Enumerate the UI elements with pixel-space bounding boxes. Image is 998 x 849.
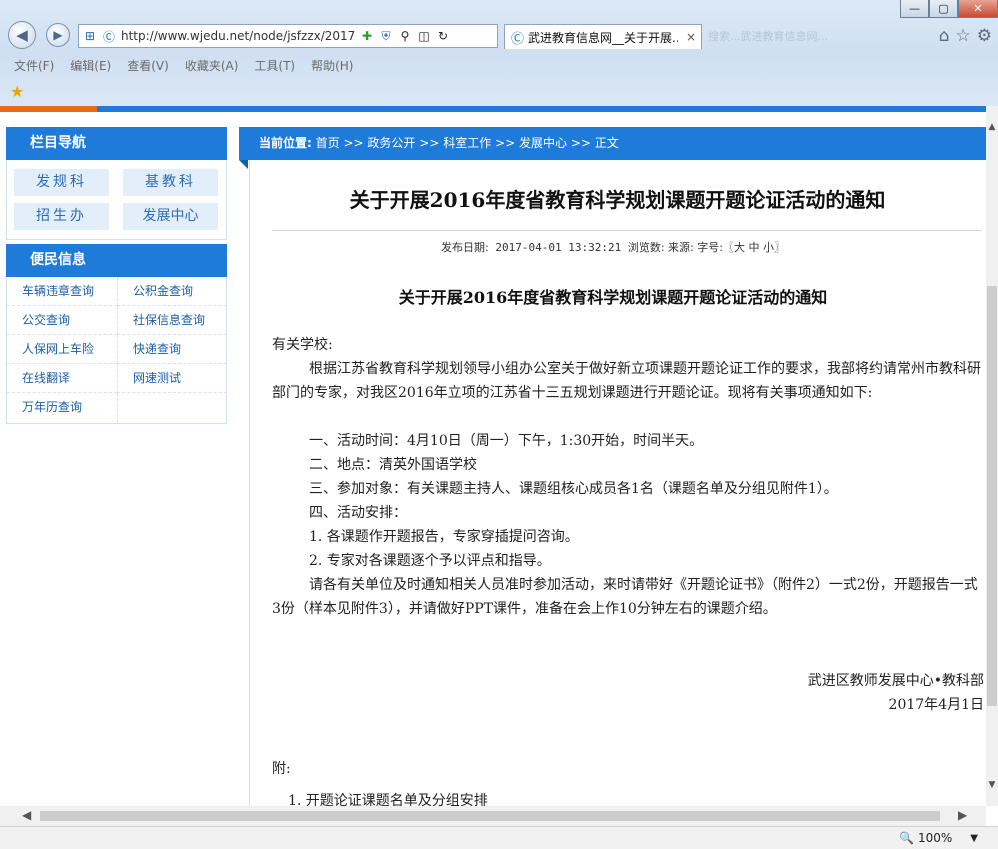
scroll-up-icon[interactable]: ▲ — [986, 120, 998, 134]
breadcrumb-sep: >> — [570, 136, 591, 150]
add-site-icon[interactable]: ⊞ — [82, 28, 98, 44]
new-tab-ghost[interactable]: 搜索...武进教育信息网... — [708, 28, 918, 46]
scroll-left-icon[interactable]: ◀ — [22, 808, 31, 822]
paragraph-1: 根据江苏省教育科学规划领导小组办公室关于做好新立项课题开题论证工作的要求，我部将… — [272, 361, 981, 401]
close-button[interactable]: ✕ — [958, 0, 998, 18]
scroll-right-icon[interactable]: ▶ — [958, 808, 967, 822]
back-icon[interactable]: ◀ — [8, 21, 36, 49]
item-3: 三、参加对象：有关课题主持人、课题组核心成员各1名（课题名单及分组见附件1）。 — [309, 481, 838, 497]
refresh-icon[interactable]: ↻ — [435, 28, 451, 44]
paragraph-2: 请各有关单位及时通知相关人员准时参加活动，来时请带好《开题论证书》（附件2）一式… — [272, 577, 978, 617]
add-favorites-icon[interactable]: ★ — [10, 82, 24, 101]
search-icon[interactable]: ⚲ — [397, 28, 413, 44]
menu-file[interactable]: 文件(F) — [14, 57, 54, 74]
menu-tools[interactable]: 工具(T) — [254, 57, 295, 74]
article-meta: 发布日期: 2017-04-01 13:32:21 浏览数: 来源: 字号:〖大… — [240, 239, 986, 255]
signature: 武进区教师发展中心•教科部 — [807, 673, 984, 689]
vertical-scrollbar[interactable]: ▲ ▼ — [986, 106, 998, 806]
breadcrumb-item[interactable]: 政务公开 — [367, 136, 415, 150]
breadcrumb-sep: >> — [343, 136, 364, 150]
service-empty-cell — [117, 393, 227, 422]
service-link[interactable]: 人保网上车险 — [7, 335, 117, 364]
tab-favicon-icon: Ⓒ — [511, 31, 525, 47]
service-link[interactable]: 车辆违章查询 — [7, 277, 117, 306]
breadcrumb: 当前位置: 首页 >> 政务公开 >> 科室工作 >> 发展中心 >> 正文 — [239, 127, 986, 169]
browser-chrome: — ▢ ✕ ◀ ▶ ⊞ Ⓒ http://www.wjedu.net/node/… — [0, 0, 998, 106]
attachment-label: 附: — [272, 761, 291, 777]
browser-tab[interactable]: Ⓒ 武进教育信息网__关于开展... × — [504, 24, 702, 49]
browser-tools: ⌂ ☆ ⚙ — [939, 26, 992, 46]
item-4: 四、活动安排： — [309, 505, 407, 521]
tab-close-icon[interactable]: × — [686, 30, 696, 44]
sub-item-2: 2. 专家对各课题逐个予以评点和指导。 — [309, 553, 551, 569]
compat-icon[interactable]: ✚ — [359, 28, 375, 44]
ie-page-icon: Ⓒ — [102, 29, 115, 44]
maximize-button[interactable]: ▢ — [929, 0, 958, 18]
home-icon[interactable]: ⌂ — [939, 26, 950, 46]
horizontal-scrollbar[interactable]: ◀ ▶ — [0, 806, 986, 826]
menu-favorites[interactable]: 收藏夹(A) — [185, 57, 239, 74]
breadcrumb-current: 正文 — [594, 136, 619, 150]
scroll-down-icon[interactable]: ▼ — [986, 778, 998, 792]
breadcrumb-item[interactable]: 发展中心 — [519, 136, 567, 150]
minimize-button[interactable]: — — [900, 0, 929, 18]
services-section-title: 便民信息 — [6, 244, 227, 277]
zoom-control[interactable]: 🔍 100% ▼ — [899, 831, 978, 845]
url-text[interactable]: http://www.wjedu.net/node/jsfzzx/2017-4-… — [121, 29, 356, 43]
window-controls: — ▢ ✕ — [900, 0, 998, 18]
sign-date: 2017年4月1日 — [888, 697, 984, 713]
nav-item-fagui[interactable]: 发规科 — [14, 169, 109, 196]
nav-section-box: 发规科 基教科 招生办 发展中心 — [6, 160, 227, 240]
menu-bar: 文件(F) 编辑(E) 查看(V) 收藏夹(A) 工具(T) 帮助(H) — [0, 54, 998, 76]
zoom-icon: 🔍 — [899, 831, 914, 845]
favorites-bar: ★ — [0, 78, 998, 104]
chevron-down-icon[interactable]: ▼ — [970, 833, 978, 844]
forward-icon[interactable]: ▶ — [46, 23, 70, 47]
status-bar: 🔍 100% ▼ — [0, 826, 998, 849]
top-strip — [0, 106, 986, 112]
meta-info[interactable]: 浏览数: 来源: 字号:〖大 中 小〗 — [628, 241, 785, 254]
breadcrumb-home[interactable]: 首页 — [316, 136, 340, 150]
tab-title: 武进教育信息网__关于开展... — [528, 30, 679, 45]
zoom-level: 100% — [917, 831, 953, 845]
meta-date: 2017-04-01 13:32:21 — [495, 241, 622, 254]
menu-view[interactable]: 查看(V) — [127, 57, 169, 74]
breadcrumb-sep: >> — [495, 136, 516, 150]
service-link[interactable]: 万年历查询 — [7, 393, 117, 422]
salutation: 有关学校: — [272, 337, 333, 353]
favorites-star-icon[interactable]: ☆ — [956, 26, 971, 46]
address-bar[interactable]: ⊞ Ⓒ http://www.wjedu.net/node/jsfzzx/201… — [78, 24, 498, 48]
nav-item-zhaosheng[interactable]: 招生办 — [14, 203, 109, 230]
article-subtitle: 关于开展2016年度省教育科学规划课题开题论证活动的通知 — [398, 288, 828, 307]
title-divider — [272, 230, 982, 231]
horizontal-scroll-thumb[interactable] — [40, 811, 940, 821]
service-link[interactable]: 社保信息查询 — [117, 306, 227, 335]
compat-view-icon[interactable]: ◫ — [416, 28, 432, 44]
service-link[interactable]: 网速测试 — [117, 364, 227, 393]
nav-item-jijiao[interactable]: 基教科 — [123, 169, 218, 196]
menu-edit[interactable]: 编辑(E) — [70, 57, 111, 74]
article-title: 关于开展2016年度省教育科学规划课题开题论证活动的通知 — [349, 188, 886, 212]
menu-help[interactable]: 帮助(H) — [311, 57, 353, 74]
meta-date-label: 发布日期: — [441, 241, 489, 254]
nav-section-title: 栏目导航 — [6, 127, 227, 160]
item-1: 一、活动时间：4月10日（周一）下午，1:30开始，时间半天。 — [309, 433, 704, 449]
attachment-1[interactable]: 1. 开题论证课题名单及分组安排 — [272, 789, 984, 806]
page-viewport: 栏目导航 发规科 基教科 招生办 发展中心 便民信息 车辆违章查询 公积金查询 … — [0, 106, 986, 806]
settings-gear-icon[interactable]: ⚙ — [977, 26, 992, 46]
nav-item-fazhan[interactable]: 发展中心 — [123, 203, 218, 230]
breadcrumb-sep: >> — [419, 136, 440, 150]
service-link[interactable]: 在线翻译 — [7, 364, 117, 393]
shield-icon[interactable]: ⛨ — [378, 28, 394, 44]
service-link[interactable]: 快递查询 — [117, 335, 227, 364]
services-grid: 车辆违章查询 公积金查询 公交查询 社保信息查询 人保网上车险 快递查询 在线翻… — [6, 277, 227, 424]
service-link[interactable]: 公积金查询 — [117, 277, 227, 306]
breadcrumb-label: 当前位置: — [259, 136, 312, 150]
item-2: 二、地点：清英外国语学校 — [309, 457, 477, 473]
vertical-scroll-thumb[interactable] — [987, 286, 997, 706]
sub-item-1: 1. 各课题作开题报告，专家穿插提问咨询。 — [309, 529, 579, 545]
breadcrumb-item[interactable]: 科室工作 — [443, 136, 491, 150]
service-link[interactable]: 公交查询 — [7, 306, 117, 335]
